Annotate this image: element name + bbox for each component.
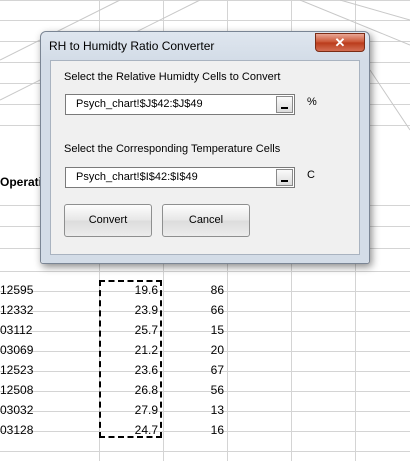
rh-prompt-label: Select the Relative Humidty Cells to Con… [64,71,281,83]
cancel-button[interactable]: Cancel [162,204,250,237]
rh-collapse-button[interactable] [276,96,293,113]
grid-line [0,271,410,272]
cell-id[interactable]: 12332 [0,300,96,320]
close-button[interactable]: ✕ [315,33,365,52]
grid-line [0,451,410,452]
collapse-icon [281,180,288,182]
temp-prompt-label: Select the Corresponding Temperature Cel… [64,143,281,155]
cell-id[interactable]: 03069 [0,340,96,360]
column-header-operation: Operati [0,175,43,189]
cell-humidity[interactable]: 56 [164,380,224,400]
cell-id[interactable]: 12595 [0,280,96,300]
cell-humidity[interactable]: 67 [164,360,224,380]
cell-humidity[interactable]: 15 [164,320,224,340]
rh-range-field[interactable]: Psych_chart!$J$42:$J$49 [65,94,295,115]
cell-id[interactable]: 12523 [0,360,96,380]
cell-id[interactable]: 12508 [0,380,96,400]
temp-range-field[interactable]: Psych_chart!$I$42:$I$49 [65,167,295,188]
cell-humidity[interactable]: 13 [164,400,224,420]
cell-humidity[interactable]: 20 [164,340,224,360]
dialog-titlebar[interactable]: RH to Humidty Ratio Converter ✕ [47,33,365,58]
collapse-icon [281,107,288,109]
cell-id[interactable]: 03128 [0,420,96,440]
temp-unit-label: C [307,169,315,181]
rh-unit-label: % [307,96,317,108]
temp-range-value[interactable]: Psych_chart!$I$42:$I$49 [76,171,198,183]
cell-humidity[interactable]: 66 [164,300,224,320]
rh-range-value[interactable]: Psych_chart!$J$42:$J$49 [76,98,203,110]
close-icon: ✕ [334,35,346,50]
cell-id[interactable]: 03032 [0,400,96,420]
temp-collapse-button[interactable] [276,169,293,186]
copy-selection-marquee [99,280,162,438]
convert-button[interactable]: Convert [64,204,152,237]
cell-humidity[interactable]: 86 [164,280,224,300]
converter-dialog: RH to Humidty Ratio Converter ✕ Select t… [40,31,370,264]
dialog-title: RH to Humidty Ratio Converter [49,39,215,53]
cell-id[interactable]: 03112 [0,320,96,340]
cell-humidity[interactable]: 16 [164,420,224,440]
